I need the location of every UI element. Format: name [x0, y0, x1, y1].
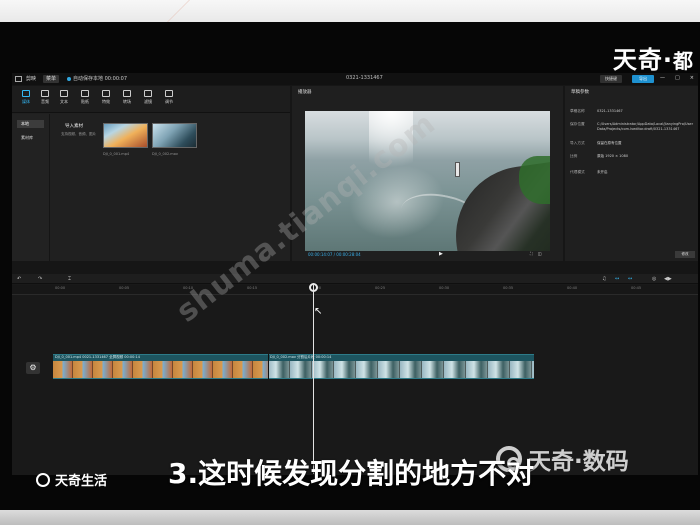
- timeline-clip-one[interactable]: DJI_0_001.mp4 0021-1331467 全屏视频 00:00:14: [53, 354, 268, 379]
- toolbar-media[interactable]: 媒体: [17, 90, 35, 108]
- maximize-icon[interactable]: □: [675, 75, 680, 83]
- brand-logo-icon: [36, 472, 50, 487]
- text-icon: [60, 90, 68, 97]
- close-icon[interactable]: ×: [690, 75, 694, 83]
- media-thumbnail-one[interactable]: [103, 123, 148, 148]
- filter-icon: [144, 90, 152, 97]
- toolbar-text[interactable]: 文本: [55, 90, 73, 108]
- toolbar-sticker[interactable]: 贴纸: [76, 90, 94, 108]
- clip-two-frames: [268, 361, 534, 378]
- toolbar-adjust[interactable]: 调节: [160, 90, 178, 108]
- zoom-icon[interactable]: ◎: [652, 276, 656, 282]
- app-logo-icon: [15, 76, 22, 82]
- media-side-nav: 本地 素材库: [12, 114, 50, 261]
- adjust-icon: [165, 90, 173, 97]
- asset-toolbar: 媒体 音频 文本 贴纸 特效 转场 滤镜 调节: [12, 86, 290, 113]
- sidebar-item-local[interactable]: 本地: [17, 120, 44, 128]
- sidebar-item-library[interactable]: 素材库: [17, 134, 44, 142]
- timeline-toolbar: ↶ ↷ ⌶ ♫ ↔ ↔ ◎ ◀▶: [12, 274, 698, 284]
- mouse-cursor-icon: ↖: [314, 306, 323, 317]
- app-logo-text: 剪映: [26, 76, 37, 82]
- property-label-name: 草稿名称: [570, 109, 585, 113]
- wall-background: [0, 0, 700, 22]
- audio-track-icon[interactable]: ♫: [602, 276, 606, 282]
- zoom-slider-icon[interactable]: ◀▶: [664, 276, 672, 282]
- redo-icon[interactable]: ↷: [38, 276, 42, 282]
- toolbar-effects[interactable]: 特效: [97, 90, 115, 108]
- ruler-label: 00:45: [631, 286, 642, 290]
- modify-button[interactable]: 修改: [675, 251, 695, 258]
- snap-icon[interactable]: ↔: [628, 276, 632, 282]
- toolbar-filter[interactable]: 滤镜: [139, 90, 157, 108]
- property-label-ratio: 比例: [570, 154, 578, 158]
- draft-properties-panel: 草稿参数 草稿名称 0321-1331467 保存位置 C:/Users/Adm…: [565, 86, 698, 261]
- track-settings-icon[interactable]: ⚙: [26, 362, 40, 374]
- property-value-proxy: 未开启: [597, 170, 608, 174]
- ruler-label: 00:15: [247, 286, 258, 290]
- ruler-label: 00:05: [119, 286, 130, 290]
- undo-icon[interactable]: ↶: [17, 276, 21, 282]
- media-thumbnail-two[interactable]: [152, 123, 197, 148]
- shortcut-button[interactable]: 快捷键: [600, 75, 622, 83]
- import-hint: 支持视频、音频、图片: [61, 132, 96, 136]
- property-value-name: 0321-1331467: [597, 109, 623, 113]
- bottom-brand-text: 天奇生活: [55, 474, 108, 489]
- property-label-proxy: 代理模式: [570, 170, 585, 174]
- autosave-status: 自动保存本地 00:00:07: [73, 76, 128, 82]
- play-button-icon[interactable]: ▶: [439, 251, 445, 257]
- window-controls: — □ ×: [660, 75, 694, 83]
- media-file-name-two: DJI_0_002.mov: [152, 152, 178, 156]
- properties-title: 草稿参数: [571, 90, 589, 95]
- audio-icon: [41, 90, 49, 97]
- media-panel: 媒体 音频 文本 贴纸 特效 转场 滤镜 调节 本地 素材库 导入素材 支持视频…: [12, 86, 290, 261]
- toolbar-audio[interactable]: 音频: [36, 90, 54, 108]
- split-icon[interactable]: ⌶: [68, 276, 71, 282]
- link-icon[interactable]: ↔: [615, 276, 619, 282]
- property-label-location: 保存位置: [570, 122, 585, 126]
- media-icon: [22, 90, 30, 97]
- preview-title: 播放器: [298, 90, 312, 95]
- preview-tools: ⛶ ◫: [530, 251, 554, 257]
- export-button[interactable]: 导出: [632, 75, 654, 83]
- top-brand-text: 天奇·: [612, 46, 673, 74]
- project-title: 0321-1331467: [346, 75, 383, 81]
- transition-icon: [123, 90, 131, 97]
- property-value-location: C:/Users/Administrator/AppData/Local/Jia…: [597, 122, 694, 131]
- video-editor-screen: 剪映 菜单 自动保存本地 00:00:07 0321-1331467 快捷键 导…: [12, 73, 698, 475]
- property-value-import: 保留在原有位置: [597, 141, 622, 145]
- bottom-brand-watermark: 天奇生活: [36, 470, 107, 489]
- app-titlebar: 剪映 菜单 自动保存本地 00:00:07 0321-1331467 快捷键 导…: [12, 73, 698, 85]
- monitor-bottom-edge: [0, 510, 700, 525]
- ruler-label: 00:35: [503, 286, 514, 290]
- property-value-ratio: 原始 1920 × 1080: [597, 154, 629, 158]
- toolbar-transition[interactable]: 转场: [118, 90, 136, 108]
- menu-button[interactable]: 菜单: [43, 75, 60, 83]
- effects-icon: [102, 90, 110, 97]
- ruler-label: 00:30: [439, 286, 450, 290]
- ruler-label: 00:00: [55, 286, 66, 290]
- autosave-status-icon: [67, 77, 71, 81]
- ruler-label: 00:40: [567, 286, 578, 290]
- top-brand-cut-text: 都: [673, 49, 694, 73]
- watermark-text: 天奇·数码: [528, 449, 629, 475]
- sticker-icon: [81, 90, 89, 97]
- instruction-caption: 3.这时候发现分割的地方不对: [168, 457, 535, 490]
- photo-of-monitor: 天奇·都 剪映 菜单 自动保存本地 00:00:07 0321-1331467 …: [0, 0, 700, 525]
- preview-timecode: 00:00:14:07 / 00:00:28:04: [308, 252, 361, 257]
- ruler-label: 00:25: [375, 286, 386, 290]
- fullscreen-icon[interactable]: ⛶: [530, 251, 533, 257]
- lighthouse: [455, 162, 460, 177]
- aspect-ratio-icon[interactable]: ◫: [538, 251, 542, 257]
- media-file-name-one: DJI_0_001.mp4: [103, 152, 130, 156]
- top-brand-watermark: 天奇·都: [613, 40, 694, 75]
- clip-one-frames: [53, 361, 268, 378]
- import-media-button[interactable]: 导入素材: [65, 123, 92, 131]
- property-label-import: 导入方式: [570, 141, 585, 145]
- clip-split-marker: [268, 354, 269, 379]
- minimize-icon[interactable]: —: [660, 75, 665, 83]
- timeline-ruler[interactable]: 00:00 00:05 00:10 00:15 00:20 00:25 00:3…: [12, 285, 698, 295]
- timeline-clip-two[interactable]: DJI_0_002.mov 分割后片段 00:00:14: [268, 354, 534, 379]
- monitor-frame: 天奇·都 剪映 菜单 自动保存本地 00:00:07 0321-1331467 …: [0, 22, 700, 510]
